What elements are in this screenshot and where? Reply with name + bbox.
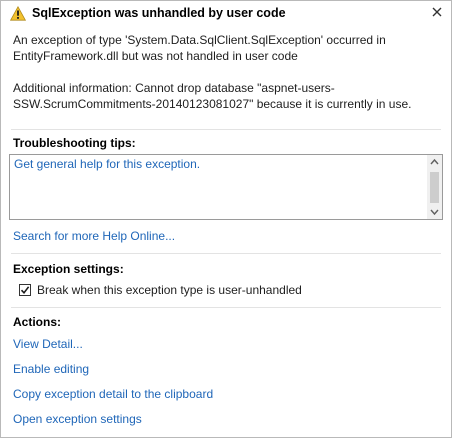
scroll-up-icon[interactable]	[427, 155, 442, 169]
exception-settings-heading: Exception settings:	[13, 262, 124, 276]
section-divider	[11, 253, 441, 254]
section-divider	[11, 129, 441, 130]
view-detail-link[interactable]: View Detail...	[13, 337, 83, 351]
message-line: An exception of type 'System.Data.SqlCli…	[13, 33, 386, 47]
break-on-exception-checkbox[interactable]	[19, 284, 31, 296]
additional-info-line: SSW.ScrumCommitments-20140123081027" bec…	[13, 97, 412, 111]
actions-heading: Actions:	[13, 315, 61, 329]
message-line: EntityFramework.dll but was not handled …	[13, 49, 298, 63]
additional-info-line: Additional information: Cannot drop data…	[13, 81, 335, 95]
exception-assistant-dialog: SqlException was unhandled by user code …	[0, 0, 452, 438]
tips-scrollbar[interactable]	[427, 155, 442, 219]
copy-exception-detail-link[interactable]: Copy exception detail to the clipboard	[13, 387, 213, 401]
warning-icon	[9, 5, 27, 21]
close-icon[interactable]	[429, 4, 445, 20]
checkbox-label[interactable]: Break when this exception type is user-u…	[37, 283, 302, 297]
troubleshooting-heading: Troubleshooting tips:	[13, 136, 136, 150]
troubleshooting-tips-list[interactable]: Get general help for this exception.	[9, 154, 443, 220]
search-help-online-link[interactable]: Search for more Help Online...	[13, 229, 175, 243]
exception-message: An exception of type 'System.Data.SqlCli…	[13, 32, 433, 112]
open-exception-settings-link[interactable]: Open exception settings	[13, 412, 142, 426]
scroll-down-icon[interactable]	[427, 205, 442, 219]
dialog-title: SqlException was unhandled by user code	[32, 6, 286, 20]
dialog-titlebar: SqlException was unhandled by user code	[1, 1, 451, 25]
tip-link[interactable]: Get general help for this exception.	[14, 157, 200, 171]
section-divider	[11, 307, 441, 308]
scroll-thumb[interactable]	[430, 172, 439, 203]
enable-editing-link[interactable]: Enable editing	[13, 362, 89, 376]
